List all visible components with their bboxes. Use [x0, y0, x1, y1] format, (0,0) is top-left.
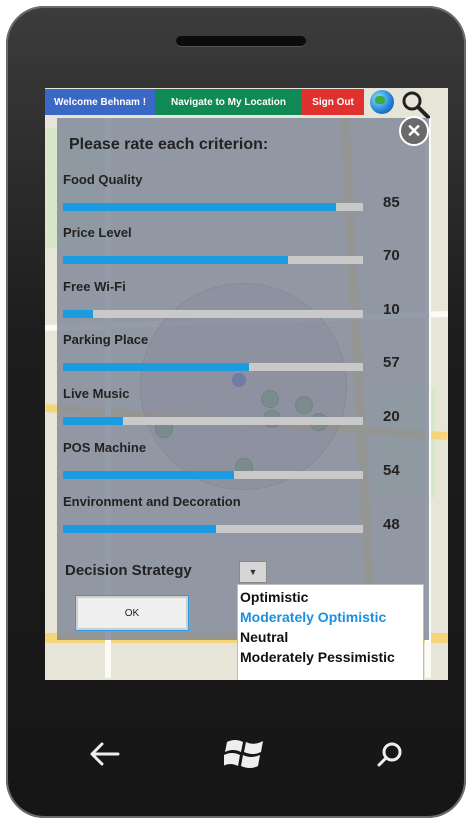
criterion-value: 20	[383, 408, 400, 425]
rating-slider[interactable]	[63, 363, 363, 371]
app-screen: Welcome Behnam ! Navigate to My Location…	[45, 88, 448, 680]
criterion-label: Price Level	[63, 225, 132, 240]
criterion-value: 85	[383, 194, 400, 211]
slider-fill	[63, 256, 288, 264]
strategy-option[interactable]: Moderately Pessimistic	[240, 649, 395, 665]
panel-title: Please rate each criterion:	[69, 136, 269, 153]
strategy-option-selected[interactable]: Moderately Optimistic	[240, 609, 386, 625]
sign-out-button[interactable]: Sign Out	[302, 89, 364, 115]
search-icon[interactable]	[375, 740, 405, 770]
back-icon[interactable]	[88, 740, 122, 768]
criterion-value: 10	[383, 301, 400, 318]
windows-icon[interactable]	[224, 736, 266, 772]
criterion-food-quality: Food Quality 85	[57, 172, 429, 222]
rating-slider[interactable]	[63, 203, 363, 211]
decision-strategy-label: Decision Strategy	[65, 562, 192, 579]
rating-slider[interactable]	[63, 310, 363, 318]
close-icon[interactable]: ✕	[399, 116, 429, 146]
chevron-down-icon: ▼	[248, 567, 258, 577]
criterion-label: POS Machine	[63, 440, 147, 455]
criterion-value: 70	[383, 247, 400, 264]
rating-slider[interactable]	[63, 471, 363, 479]
magnifier-icon[interactable]	[400, 89, 430, 119]
criterion-label: Food Quality	[63, 172, 143, 187]
earpiece-speaker	[176, 36, 306, 46]
criterion-environment-decoration: Environment and Decoration 48	[57, 494, 429, 544]
rating-slider[interactable]	[63, 256, 363, 264]
criterion-label: Environment and Decoration	[63, 494, 241, 509]
rating-panel: Please rate each criterion: Food Quality…	[57, 118, 429, 640]
criterion-label: Live Music	[63, 386, 130, 401]
criterion-label: Free Wi-Fi	[63, 279, 126, 294]
rating-slider[interactable]	[63, 525, 363, 533]
navigate-button[interactable]: Navigate to My Location	[155, 89, 302, 115]
criterion-parking-place: Parking Place 57	[57, 332, 429, 382]
slider-fill	[63, 310, 93, 318]
criterion-value: 48	[383, 516, 400, 533]
ok-button[interactable]: OK	[75, 595, 189, 631]
slider-fill	[63, 525, 216, 533]
criterion-pos-machine: POS Machine 54	[57, 440, 429, 490]
strategy-dropdown-button[interactable]: ▼	[239, 561, 267, 583]
slider-fill	[63, 203, 336, 211]
rating-slider[interactable]	[63, 417, 363, 425]
globe-icon[interactable]	[370, 90, 394, 114]
strategy-option[interactable]: Neutral	[240, 629, 288, 645]
criterion-price-level: Price Level 70	[57, 225, 429, 275]
welcome-button[interactable]: Welcome Behnam !	[45, 89, 155, 115]
slider-fill	[63, 363, 249, 371]
slider-fill	[63, 417, 123, 425]
criterion-value: 57	[383, 354, 400, 371]
criterion-value: 54	[383, 462, 400, 479]
criterion-free-wifi: Free Wi-Fi 10	[57, 279, 429, 329]
strategy-option[interactable]: Optimistic	[240, 589, 308, 605]
criterion-label: Parking Place	[63, 332, 149, 347]
strategy-dropdown-list: Optimistic Moderately Optimistic Neutral…	[237, 584, 424, 680]
slider-fill	[63, 471, 234, 479]
criterion-live-music: Live Music 20	[57, 386, 429, 436]
